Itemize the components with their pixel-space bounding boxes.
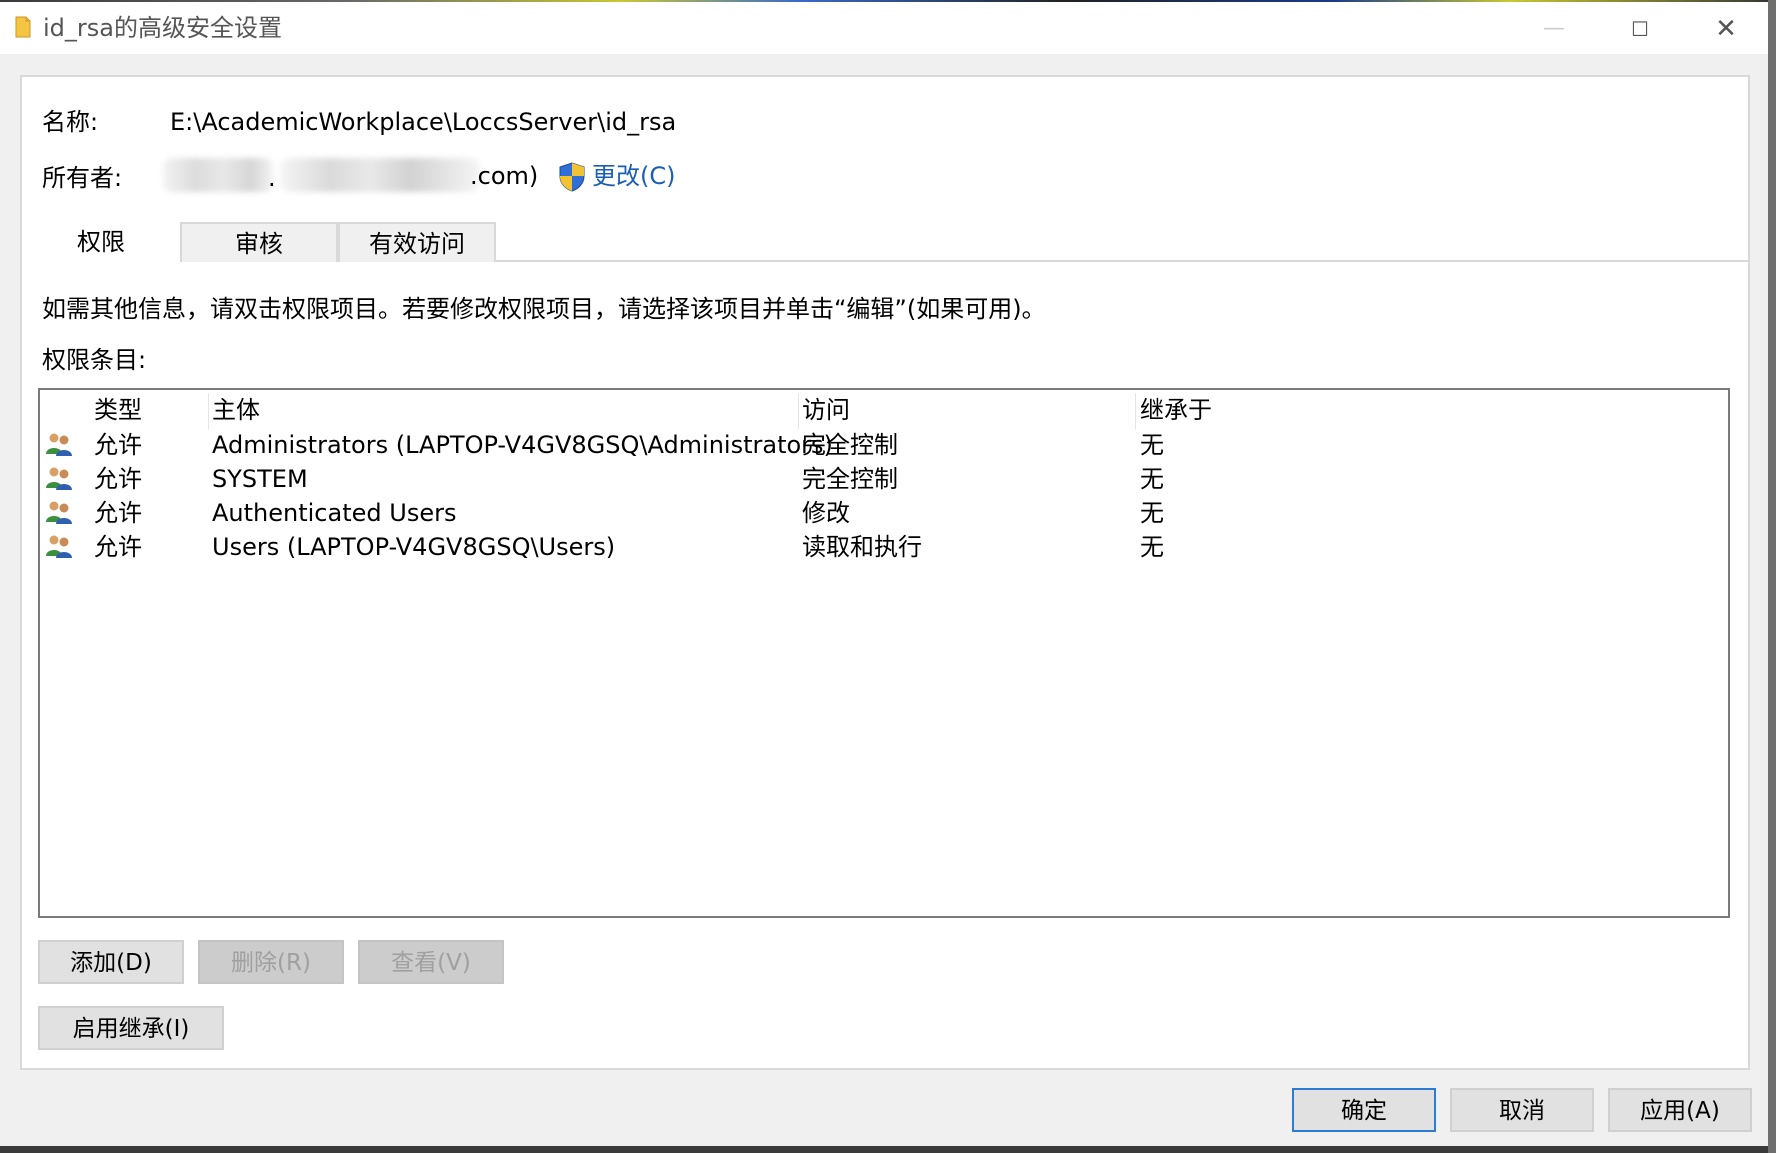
column-header-inherited-from[interactable]: 继承于 bbox=[1140, 393, 1212, 429]
owner-name-redacted bbox=[163, 158, 273, 192]
entry-access: 完全控制 bbox=[802, 431, 898, 459]
entry-type: 允许 bbox=[94, 431, 142, 459]
add-button[interactable]: 添加(D) bbox=[38, 940, 184, 984]
taskbar-edge bbox=[0, 1146, 1768, 1153]
owner-label: 所有者: bbox=[42, 164, 123, 192]
entry-inherited-from: 无 bbox=[1140, 465, 1164, 493]
tab-permissions[interactable]: 权限 bbox=[22, 222, 180, 264]
file-icon bbox=[15, 16, 31, 38]
tab-effective-access[interactable]: 有效访问 bbox=[338, 222, 496, 262]
entry-inherited-from: 无 bbox=[1140, 499, 1164, 527]
cancel-button[interactable]: 取消 bbox=[1450, 1088, 1594, 1132]
entry-access: 读取和执行 bbox=[802, 533, 922, 561]
change-owner-link[interactable]: 更改(C) bbox=[592, 160, 675, 192]
users-icon bbox=[46, 433, 72, 456]
desktop-background-edge bbox=[1768, 0, 1776, 1153]
owner-email-redacted bbox=[280, 158, 480, 192]
entry-inherited-from: 无 bbox=[1140, 533, 1164, 561]
column-separator[interactable] bbox=[1135, 393, 1136, 429]
tab-auditing[interactable]: 审核 bbox=[180, 222, 338, 262]
entry-principal: Authenticated Users bbox=[212, 499, 457, 527]
column-separator[interactable] bbox=[798, 393, 799, 429]
close-button[interactable]: ✕ bbox=[1692, 4, 1760, 54]
entry-principal: Administrators (LAPTOP-V4GV8GSQ\Administ… bbox=[212, 431, 833, 459]
permission-entries-label: 权限条目: bbox=[42, 346, 147, 374]
column-header-type[interactable]: 类型 bbox=[94, 393, 142, 429]
entry-inherited-from: 无 bbox=[1140, 431, 1164, 459]
column-header-access[interactable]: 访问 bbox=[802, 393, 850, 429]
users-icon bbox=[46, 501, 72, 524]
permissions-info-text: 如需其他信息，请双击权限项目。若要修改权限项目，请选择该项目并单击“编辑”(如果… bbox=[42, 295, 1046, 323]
users-icon bbox=[46, 467, 72, 490]
entry-principal: Users (LAPTOP-V4GV8GSQ\Users) bbox=[212, 533, 616, 561]
entry-principal: SYSTEM bbox=[212, 465, 308, 493]
view-button[interactable]: 查看(V) bbox=[358, 940, 504, 984]
apply-button[interactable]: 应用(A) bbox=[1608, 1088, 1752, 1132]
users-icon bbox=[46, 535, 72, 558]
ok-button[interactable]: 确定 bbox=[1292, 1088, 1436, 1132]
entry-type: 允许 bbox=[94, 533, 142, 561]
column-header-principal[interactable]: 主体 bbox=[212, 393, 260, 429]
window-title: id_rsa的高级安全设置 bbox=[43, 14, 282, 42]
entry-type: 允许 bbox=[94, 465, 142, 493]
owner-email-suffix: .com) bbox=[470, 162, 539, 190]
maximize-button[interactable]: ☐ bbox=[1606, 4, 1674, 54]
name-label: 名称: bbox=[42, 108, 99, 136]
remove-button[interactable]: 删除(R) bbox=[198, 940, 344, 984]
minimize-button[interactable]: — bbox=[1520, 4, 1588, 54]
uac-shield-icon bbox=[559, 162, 585, 192]
entry-type: 允许 bbox=[94, 499, 142, 527]
enable-inheritance-button[interactable]: 启用继承(I) bbox=[38, 1006, 224, 1050]
owner-separator: . bbox=[268, 164, 276, 192]
entry-access: 完全控制 bbox=[802, 465, 898, 493]
title-bar[interactable]: id_rsa的高级安全设置 — ☐ ✕ bbox=[0, 2, 1768, 54]
entry-access: 修改 bbox=[802, 499, 850, 527]
column-separator[interactable] bbox=[208, 393, 209, 429]
object-name-value: E:\AcademicWorkplace\LoccsServer\id_rsa bbox=[170, 108, 677, 136]
